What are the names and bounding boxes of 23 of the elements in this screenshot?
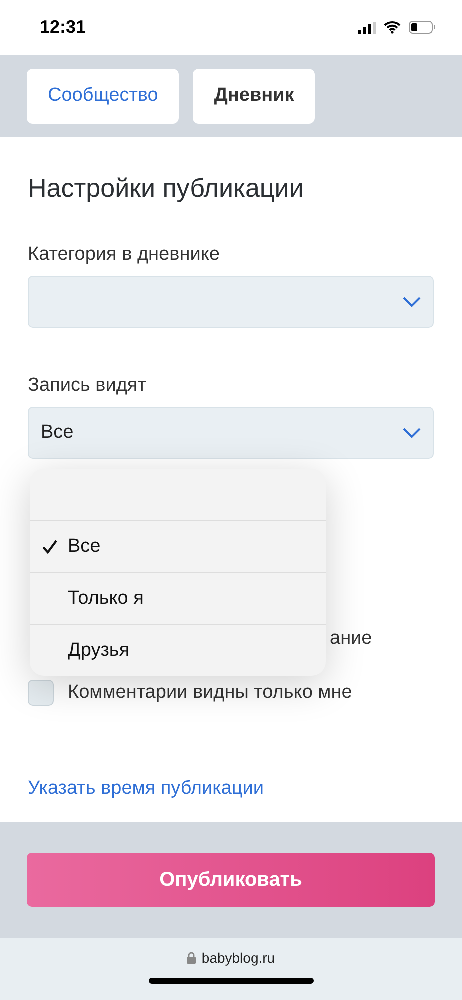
checkbox[interactable] (28, 680, 54, 706)
select-field[interactable] (28, 276, 434, 328)
tab[interactable]: Дневник (193, 68, 316, 124)
checkbox-label: ание (330, 628, 372, 650)
signal-icon (358, 22, 376, 34)
lock-icon (186, 952, 196, 964)
battery-icon (409, 21, 436, 34)
section-title: Настройки публикации (28, 173, 305, 204)
schedule-link[interactable]: Указать время публикации (28, 778, 264, 800)
menu-option[interactable]: Все (30, 521, 326, 573)
menu-option[interactable]: Друзья (30, 625, 326, 676)
checkbox-label: Комментарии видны только мне (68, 682, 352, 704)
status-time: 12:31 (40, 17, 86, 38)
tab[interactable]: Сообщество (27, 68, 180, 124)
menu-option[interactable]: Только я (30, 573, 326, 625)
chevron-down-icon (403, 296, 421, 308)
publish-button[interactable]: Опубликовать (27, 853, 435, 907)
field-label: Запись видят (28, 375, 146, 397)
chevron-down-icon (403, 428, 421, 438)
select-field[interactable]: Все (28, 407, 434, 459)
address-url: babyblog.ru (202, 950, 276, 966)
wifi-icon (384, 21, 401, 34)
field-label: Категория в дневнике (28, 244, 220, 266)
